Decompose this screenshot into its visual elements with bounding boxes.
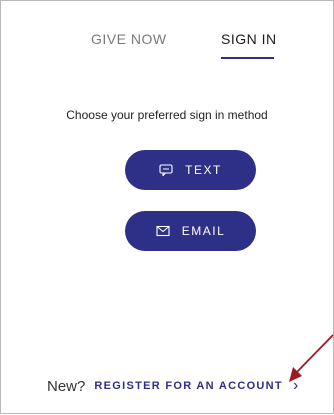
register-account-link[interactable]: REGISTER FOR AN ACCOUNT: [94, 380, 283, 392]
text-button-label: TEXT: [185, 163, 222, 177]
tab-give-now[interactable]: GIVE NOW: [91, 31, 167, 47]
mail-icon: [156, 225, 170, 237]
active-tab-indicator: [221, 57, 274, 59]
email-sign-in-button[interactable]: EMAIL: [125, 211, 256, 251]
chevron-right-icon[interactable]: ›: [293, 377, 298, 395]
new-user-label: New?: [47, 377, 86, 395]
sign-in-panel: GIVE NOW SIGN IN Choose your preferred s…: [0, 0, 334, 414]
text-sign-in-button[interactable]: TEXT: [125, 150, 256, 190]
register-row: New? REGISTER FOR AN ACCOUNT ›: [47, 376, 298, 396]
email-button-label: EMAIL: [181, 224, 226, 238]
tab-bar: GIVE NOW SIGN IN: [1, 31, 333, 61]
tab-sign-in[interactable]: SIGN IN: [221, 31, 277, 47]
message-icon: [159, 164, 173, 176]
sign-in-method-prompt: Choose your preferred sign in method: [66, 108, 268, 122]
annotation-arrow: [289, 334, 334, 382]
